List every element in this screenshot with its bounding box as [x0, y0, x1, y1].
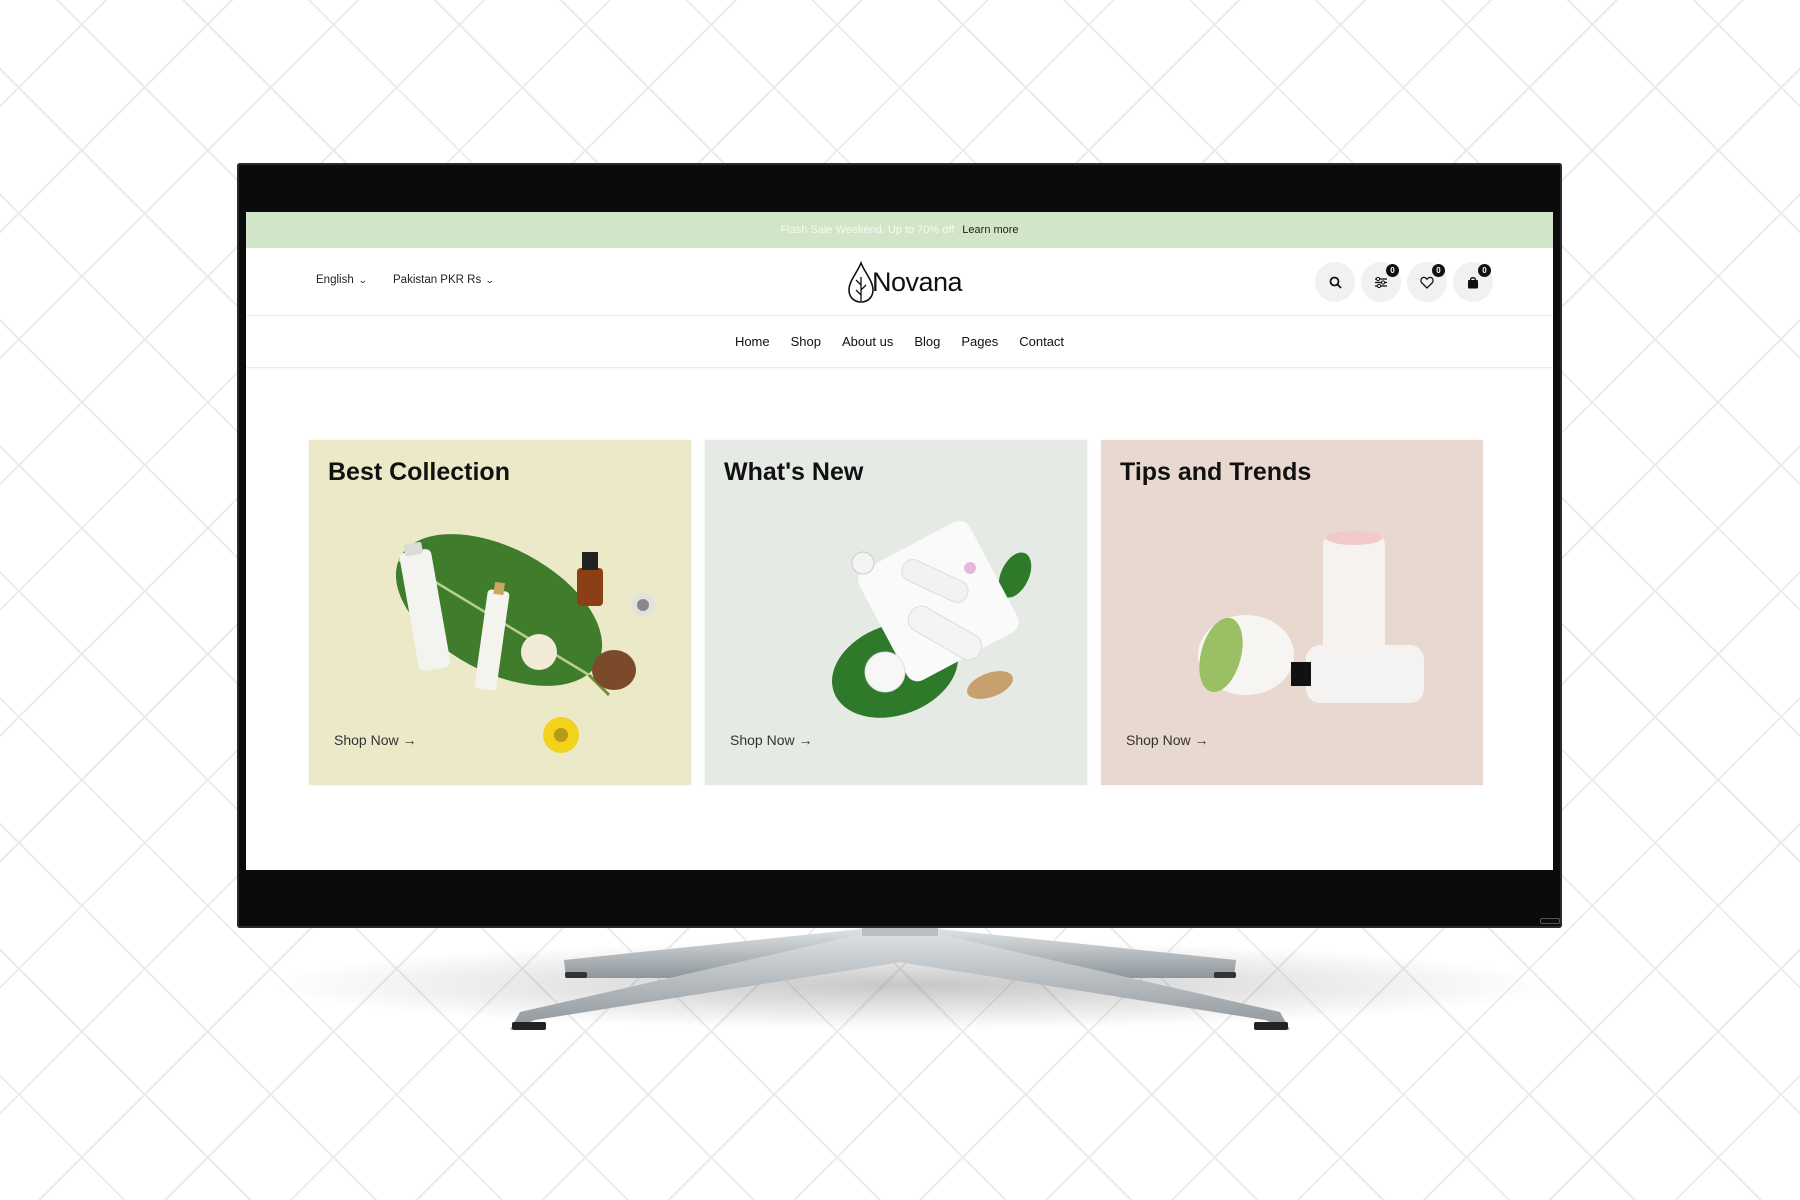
card-title: What's New: [724, 458, 864, 486]
card-tips-and-trends[interactable]: Tips and Trends Shop Now →: [1101, 440, 1483, 785]
card-best-collection[interactable]: Best Collection Shop Now →: [309, 440, 691, 785]
nav-item-about-us[interactable]: About us: [842, 334, 893, 349]
card-title: Tips and Trends: [1120, 458, 1312, 486]
currency-label: Pakistan PKR Rs: [393, 274, 482, 286]
shopping-bag-icon: [1468, 276, 1478, 288]
heart-icon: [1420, 276, 1434, 289]
language-label: English: [316, 274, 354, 286]
chevron-down-icon: ⌄: [485, 274, 495, 285]
shop-now-link[interactable]: Shop Now →: [334, 732, 416, 748]
nav-item-blog[interactable]: Blog: [914, 334, 940, 349]
search-icon: [1329, 276, 1342, 289]
compare-count-badge: 0: [1386, 264, 1399, 277]
nav-item-pages[interactable]: Pages: [961, 334, 998, 349]
learn-more-link[interactable]: Learn more: [962, 224, 1018, 236]
search-button[interactable]: [1315, 262, 1355, 302]
cart-count-badge: 0: [1478, 264, 1491, 277]
tv-power-indicator: [1540, 918, 1560, 924]
header-icons: 0 0 0: [1315, 262, 1493, 302]
nav-item-shop[interactable]: Shop: [791, 334, 821, 349]
card-whats-new[interactable]: What's New Shop Now →: [705, 440, 1087, 785]
announcement-bar: Flash Sale Weekend. Up to 70% off Learn …: [246, 212, 1553, 248]
brand-name: Novana: [872, 266, 963, 297]
wishlist-count-badge: 0: [1432, 264, 1445, 277]
compare-icon: [1375, 276, 1387, 288]
main-nav: Home Shop About us Blog Pages Contact: [246, 316, 1553, 368]
chevron-down-icon: ⌄: [357, 274, 368, 285]
cart-button[interactable]: 0: [1453, 262, 1493, 302]
nav-item-contact[interactable]: Contact: [1019, 334, 1064, 349]
promo-cards: Best Collection Shop Now → What's New Sh…: [309, 440, 1483, 785]
shop-now-link[interactable]: Shop Now →: [1126, 732, 1208, 748]
currency-selector[interactable]: Pakistan PKR Rs ⌄: [393, 274, 495, 286]
card-title: Best Collection: [328, 458, 510, 486]
site-logo[interactable]: Novana: [846, 260, 976, 304]
language-selector[interactable]: English ⌄: [316, 274, 368, 286]
website-screen: Flash Sale Weekend. Up to 70% off Learn …: [246, 212, 1553, 870]
nav-item-home[interactable]: Home: [735, 334, 770, 349]
announcement-message: Flash Sale Weekend. Up to 70% off: [780, 224, 955, 236]
shop-now-link[interactable]: Shop Now →: [730, 732, 812, 748]
wishlist-button[interactable]: 0: [1407, 262, 1447, 302]
site-header: English ⌄ Pakistan PKR Rs ⌄ Novana 0 0 0: [246, 248, 1553, 316]
compare-button[interactable]: 0: [1361, 262, 1401, 302]
